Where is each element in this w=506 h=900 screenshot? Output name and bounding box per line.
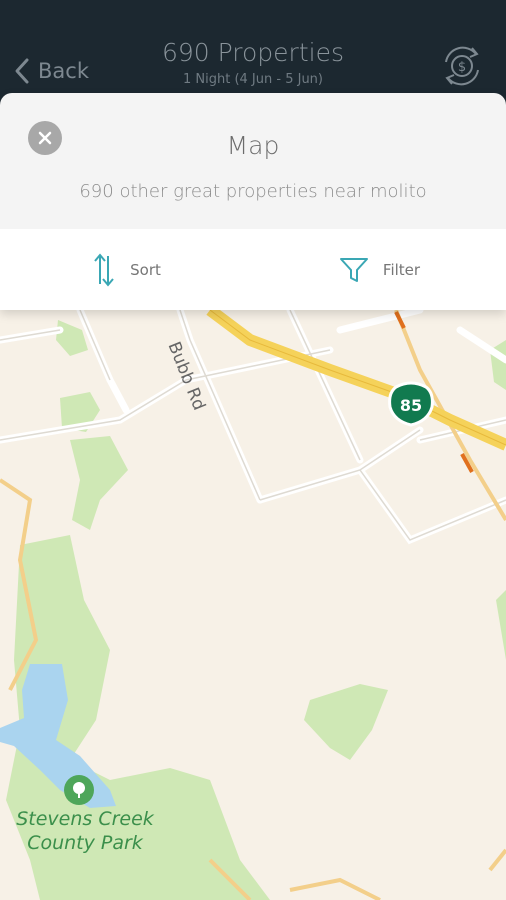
filter-button[interactable]: Filter	[253, 229, 506, 310]
map-view[interactable]: Bubb Rd 85 Stevens Creek County Park	[0, 310, 506, 900]
page-title: 690 Properties	[161, 38, 344, 67]
highway-number: 85	[400, 396, 422, 415]
filter-label: Filter	[382, 260, 421, 279]
sort-button[interactable]: Sort	[0, 229, 253, 310]
sheet-subtitle: 690 other great properties near molito	[79, 181, 427, 202]
sheet-title: Map	[226, 131, 280, 160]
park-name: Stevens Creek County Park	[0, 807, 170, 855]
park-name-line2: County Park	[27, 832, 143, 854]
dollar-cycle-icon[interactable]: $	[436, 40, 488, 92]
park-tree-icon[interactable]	[64, 775, 94, 805]
sort-label: Sort	[130, 260, 161, 279]
park-name-line1: Stevens Creek	[16, 808, 154, 830]
page-subtitle: 1 Night (4 Jun - 5 Jun)	[183, 72, 323, 87]
svg-text:$: $	[458, 60, 466, 75]
sort-filter-toolbar: Sort Filter	[0, 229, 506, 310]
sort-arrows-icon	[94, 252, 114, 287]
highway-shield-icon: 85	[388, 381, 434, 427]
funnel-icon	[339, 257, 368, 282]
map-sheet: Map 690 other great properties near moli…	[0, 93, 506, 310]
